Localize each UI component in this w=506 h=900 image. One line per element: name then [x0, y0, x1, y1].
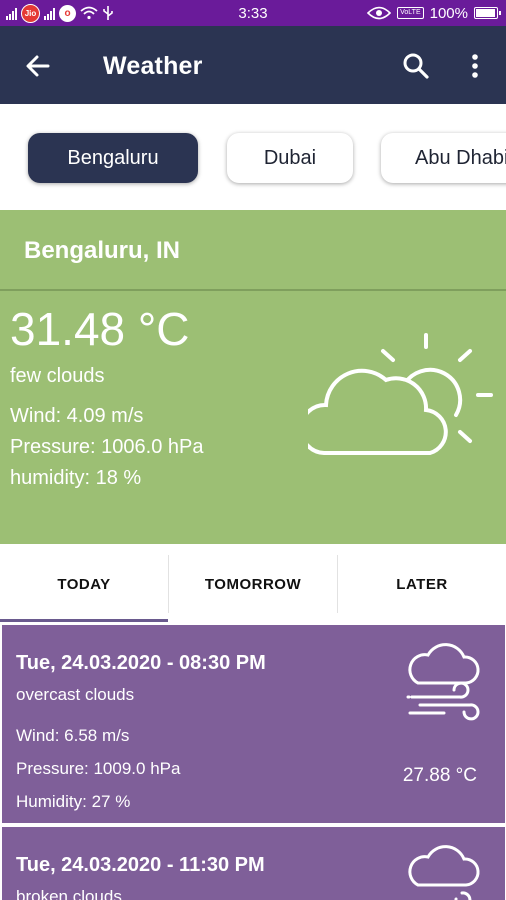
cloud-wind-icon — [408, 845, 480, 900]
current-pressure: Pressure: 1006.0 hPa — [10, 436, 204, 458]
forecast-date: Tue, 24.03.2020 - 08:30 PM — [16, 652, 266, 674]
page-title: Weather — [103, 52, 203, 80]
forecast-humidity: Humidity: 27 % — [16, 792, 131, 811]
status-right-icons: VoLTE 100% — [367, 3, 501, 23]
current-wind: Wind: 4.09 m/s — [10, 405, 144, 427]
forecast-temperature: 27.88 °C — [402, 765, 477, 786]
forecast-date: Tue, 24.03.2020 - 11:30 PM — [16, 854, 265, 876]
arrow-left-icon[interactable] — [22, 50, 54, 82]
app-bar: Weather — [0, 26, 506, 104]
current-temperature: 31.48 °C — [10, 303, 190, 355]
status-bar: Jio o 3:33 VoLTE 100% — [0, 0, 506, 26]
city-selector: Bengaluru Dubai Abu Dhabi — [0, 104, 506, 210]
city-chip-bengaluru[interactable]: Bengaluru — [28, 133, 198, 183]
partly-cloudy-icon — [308, 333, 493, 455]
current-weather-card: Bengaluru, IN 31.48 °C few clouds Wind: … — [0, 210, 506, 544]
current-condition: few clouds — [10, 365, 105, 387]
city-chip-abu-dhabi[interactable]: Abu Dhabi — [381, 133, 506, 183]
city-chip-dubai[interactable]: Dubai — [227, 133, 353, 183]
city-chip-label: Abu Dhabi — [415, 146, 506, 169]
tab-tomorrow[interactable]: TOMORROW — [169, 545, 337, 623]
eye-icon — [367, 6, 392, 20]
search-icon[interactable] — [400, 50, 432, 82]
forecast-tabs: TODAY TOMORROW LATER — [0, 545, 506, 623]
forecast-card[interactable]: Tue, 24.03.2020 - 11:30 PM broken clouds — [2, 827, 505, 900]
battery-percent: 100% — [429, 4, 468, 22]
cloud-wind-icon — [406, 643, 480, 721]
current-weather-header: Bengaluru, IN — [0, 210, 506, 291]
location-label: Bengaluru, IN — [24, 237, 181, 264]
forecast-condition: broken clouds — [16, 887, 122, 900]
forecast-pressure: Pressure: 1009.0 hPa — [16, 759, 181, 778]
city-chip-label: Dubai — [263, 146, 317, 169]
tab-later[interactable]: LATER — [338, 545, 506, 623]
forecast-card[interactable]: Tue, 24.03.2020 - 08:30 PM overcast clou… — [2, 625, 505, 823]
forecast-wind: Wind: 6.58 m/s — [16, 726, 130, 745]
battery-icon — [474, 7, 501, 19]
forecast-condition: overcast clouds — [16, 685, 135, 704]
volte-badge: VoLTE — [397, 7, 424, 19]
tab-indicator — [0, 619, 168, 622]
current-humidity: humidity: 18 % — [10, 467, 142, 489]
tab-today[interactable]: TODAY — [0, 545, 168, 623]
city-chip-label: Bengaluru — [67, 146, 159, 169]
more-vert-icon[interactable] — [462, 50, 488, 82]
